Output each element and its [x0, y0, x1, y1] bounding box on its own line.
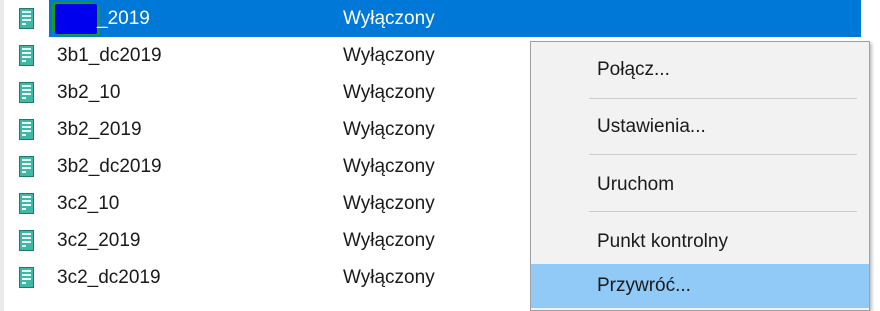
vm-name: 3c2_2019	[57, 230, 141, 251]
redacted-name-block	[55, 4, 97, 34]
menu-item-start[interactable]: Uruchom	[531, 163, 869, 207]
vm-name: 3b2_2019	[57, 119, 142, 140]
vm-name: 3b2_dc2019	[57, 156, 162, 177]
vm-server-icon	[19, 119, 34, 140]
vm-row-selected[interactable]: _2019 Wyłączony	[0, 0, 880, 37]
menu-item-settings[interactable]: Ustawienia...	[531, 105, 869, 149]
menu-item-label: Punkt kontrolny	[597, 231, 728, 252]
menu-item-checkpoint[interactable]: Punkt kontrolny	[531, 220, 869, 264]
vm-server-icon	[19, 45, 34, 66]
vm-server-icon	[19, 267, 34, 288]
menu-separator	[589, 98, 857, 99]
vm-state: Wyłączony	[343, 45, 435, 66]
vm-name: _2019	[97, 8, 150, 29]
vm-state: Wyłączony	[343, 193, 435, 214]
vm-state: Wyłączony	[343, 267, 435, 288]
vm-state: Wyłączony	[343, 82, 435, 103]
menu-item-label: Uruchom	[597, 174, 675, 195]
vm-state: Wyłączony	[343, 8, 435, 29]
vm-server-icon	[19, 82, 34, 103]
vm-name: 3c2_10	[57, 193, 120, 214]
vm-name: 3b1_dc2019	[57, 45, 162, 66]
vm-state: Wyłączony	[343, 119, 435, 140]
vm-server-icon	[19, 8, 34, 29]
menu-item-label: Połącz...	[597, 59, 670, 80]
vm-state: Wyłączony	[343, 230, 435, 251]
menu-item-connect[interactable]: Połącz...	[531, 48, 869, 92]
menu-item-label: Przywróć...	[597, 275, 691, 296]
vm-server-icon	[19, 193, 34, 214]
vm-state: Wyłączony	[343, 156, 435, 177]
menu-separator	[589, 154, 857, 155]
vm-server-icon	[19, 156, 34, 177]
menu-item-revert[interactable]: Przywróć...	[531, 264, 869, 308]
vm-name: 3c2_dc2019	[57, 267, 161, 288]
menu-item-label: Ustawienia...	[597, 116, 706, 137]
vm-name: 3b2_10	[57, 82, 121, 103]
menu-separator	[589, 211, 857, 212]
vm-server-icon	[19, 230, 34, 251]
context-menu: Połącz... Ustawienia... Uruchom Punkt ko…	[530, 41, 870, 311]
